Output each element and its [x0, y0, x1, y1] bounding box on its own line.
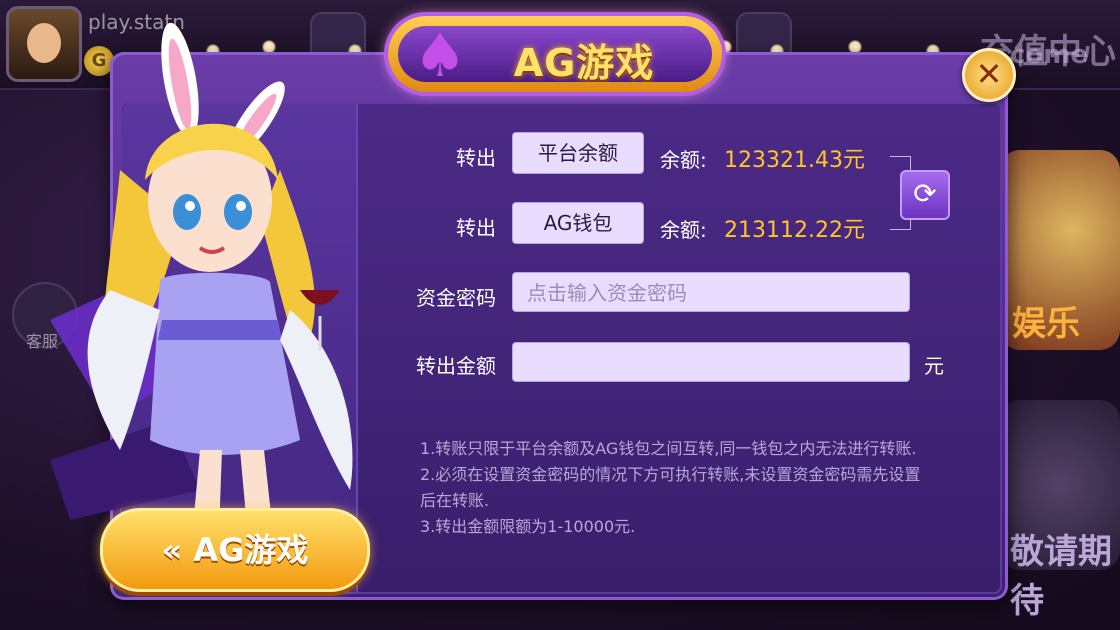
fund-password-input[interactable]: 点击输入资金密码 — [512, 272, 910, 312]
fund-password-label: 资金密码 — [416, 286, 496, 310]
close-icon: ✕ — [975, 55, 1003, 93]
note-line: 1.转账只限于平台余额及AG钱包之间互转,同一钱包之内无法进行转账. — [420, 439, 917, 458]
swap-button[interactable]: ⟳ — [900, 170, 950, 220]
transfer-amount-input[interactable] — [512, 342, 910, 382]
transfer-notes: 1.转账只限于平台余额及AG钱包之间互转,同一钱包之内无法进行转账. 2.必须在… — [420, 436, 1000, 540]
balance-label-2: 余额: — [660, 218, 707, 242]
close-button[interactable]: ✕ — [962, 48, 1016, 102]
balance-value-ag-wallet: 213112.22元 — [724, 218, 865, 243]
refresh-icon: ⟳ — [913, 177, 937, 210]
bunny-girl-illustration — [50, 22, 353, 560]
transfer-out-label-2: 转出 — [456, 216, 496, 240]
ag-game-button-label: « AG游戏 — [161, 531, 309, 569]
amount-unit: 元 — [924, 354, 944, 378]
note-line: 2.必须在设置资金密码的情况下方可执行转账,未设置资金密码需先设置 — [420, 465, 921, 484]
game-tile-coming-soon-label: 敬请期待 — [1010, 532, 1112, 621]
balance-value-platform: 123321.43元 — [724, 148, 865, 173]
dialog-title: AG游戏 — [513, 41, 655, 85]
transfer-out-label-1: 转出 — [456, 146, 496, 170]
source-platform-balance[interactable]: 平台余额 — [512, 132, 644, 174]
ag-game-button[interactable]: « AG游戏 — [100, 508, 370, 592]
transfer-amount-label: 转出金额 — [416, 354, 496, 378]
spade-icon: ♠ — [413, 21, 467, 91]
note-line: 后在转账. — [420, 491, 490, 510]
welcome-text: come — [1010, 40, 1088, 70]
game-tile-entertainment-label: 娱乐 — [1012, 304, 1080, 344]
note-line: 3.转出金额限额为1-10000元. — [420, 517, 636, 536]
source-ag-wallet[interactable]: AG钱包 — [512, 202, 644, 244]
balance-label-1: 余额: — [660, 148, 707, 172]
